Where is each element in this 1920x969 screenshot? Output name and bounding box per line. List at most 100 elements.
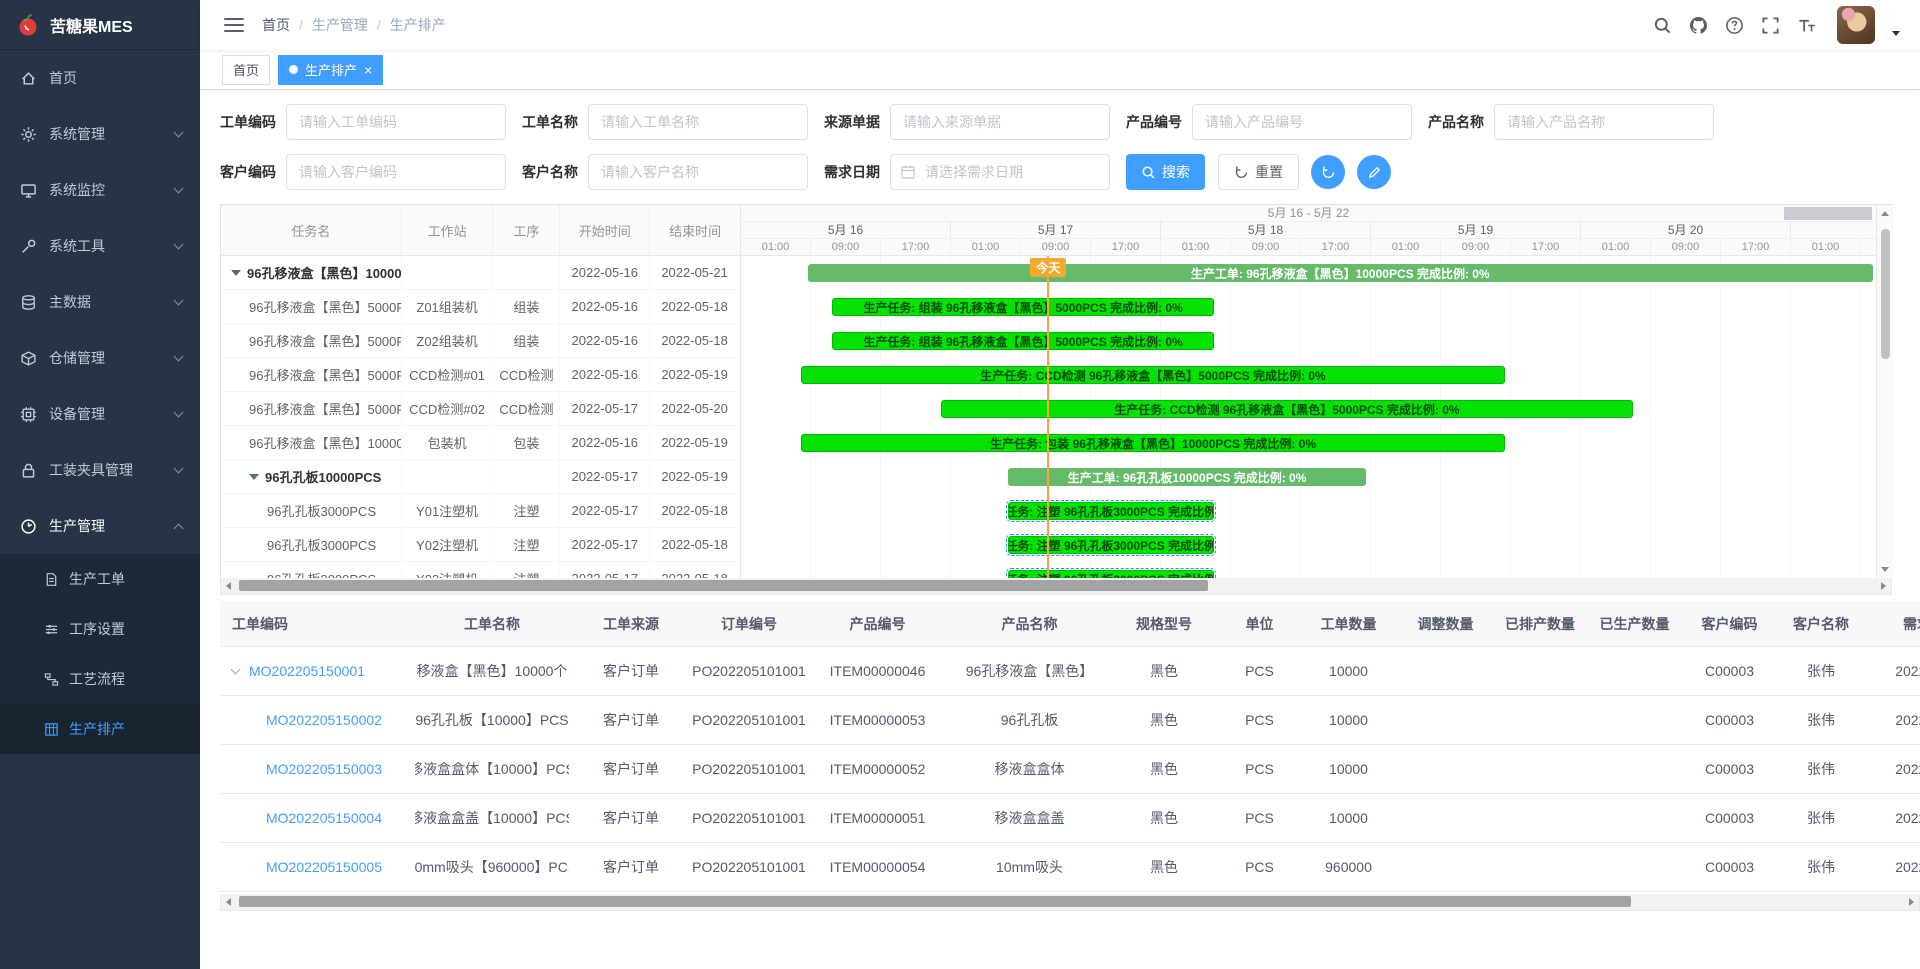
- sidebar-item-equipment-mgmt[interactable]: 设备管理: [0, 386, 200, 442]
- font-size-icon[interactable]: [1797, 16, 1816, 35]
- orders-cell-demand-date: 2022-05-20: [1866, 696, 1920, 744]
- triangle-down-icon[interactable]: [231, 270, 241, 276]
- work-order-code-input[interactable]: [286, 104, 506, 140]
- gantt-task-row[interactable]: 96孔移液盒【黑色】5000PCSCCD检测#01CCD检测2022-05-16…: [221, 358, 740, 392]
- order-bar[interactable]: 生产工单: 96孔移液盒【黑色】10000PCS 完成比例: 0%: [808, 264, 1873, 282]
- scroll-left-icon[interactable]: [226, 582, 231, 590]
- orders-row[interactable]: MO202205150004移液盒盒盖【10000】PCS客户订单PO20220…: [220, 794, 1920, 843]
- task-start-time: 2022-05-17: [560, 494, 650, 527]
- task-bar[interactable]: 生产任务: 注塑 96孔孔板3000PCS 完成比例: 0%: [1008, 502, 1215, 520]
- task-bar[interactable]: 生产任务: 组装 96孔移液盒【黑色】5000PCS 完成比例: 0%: [832, 332, 1214, 350]
- user-menu-caret-icon[interactable]: [1892, 31, 1900, 36]
- sidebar-item-system-mgmt[interactable]: 系统管理: [0, 106, 200, 162]
- sidebar-subitem-work-order[interactable]: 生产工单: [0, 554, 200, 604]
- order-code-link[interactable]: MO202205150001: [249, 663, 365, 679]
- orders-cell-customer-code: C00003: [1683, 843, 1776, 891]
- orders-cell-product-no: ITEM00000053: [805, 696, 950, 744]
- sidebar-item-fixture-mgmt[interactable]: 工装夹具管理: [0, 442, 200, 498]
- orders-row[interactable]: MO202205150001移液盒【黑色】10000个客户订单PO2022051…: [220, 647, 1920, 696]
- scroll-right-icon[interactable]: [1881, 582, 1886, 590]
- orders-row[interactable]: MO202205150003移液盒盒体【10000】PCS客户订单PO20220…: [220, 745, 1920, 794]
- order-code-link[interactable]: MO202205150004: [266, 810, 382, 826]
- task-bar[interactable]: 生产任务: CCD检测 96孔移液盒【黑色】5000PCS 完成比例: 0%: [941, 400, 1633, 418]
- gantt-task-row[interactable]: 96孔移液盒【黑色】10000PCS2022-05-162022-05-21: [221, 256, 740, 290]
- scroll-thumb[interactable]: [239, 580, 1208, 591]
- tab-scheduling[interactable]: 生产排产×: [278, 55, 383, 85]
- gantt-task-row[interactable]: 96孔移液盒【黑色】5000PCSCCD检测#02CCD检测2022-05-17…: [221, 392, 740, 426]
- gantt-vertical-scrollbar[interactable]: [1876, 205, 1893, 578]
- task-bar[interactable]: 生产任务: 组装 96孔移液盒【黑色】5000PCS 完成比例: 0%: [832, 298, 1214, 316]
- scroll-left-icon[interactable]: [226, 898, 231, 906]
- gantt-task-row[interactable]: 96孔移液盒【黑色】10000PCS包装机包装2022-05-162022-05…: [221, 426, 740, 460]
- reset-button[interactable]: 重置: [1218, 154, 1299, 190]
- gantt-horizontal-scrollbar[interactable]: [220, 578, 1892, 595]
- gantt-task-row[interactable]: 96孔孔板3000PCSY01注塑机注塑2022-05-172022-05-18: [221, 494, 740, 528]
- sidebar-item-master-data[interactable]: 主数据: [0, 274, 200, 330]
- github-icon[interactable]: [1689, 16, 1708, 35]
- customer-name-input[interactable]: [588, 154, 808, 190]
- sidebar-item-production-mgmt[interactable]: 生产管理: [0, 498, 200, 554]
- task-process: 包装: [494, 426, 561, 459]
- orders-horizontal-scrollbar[interactable]: [220, 894, 1920, 911]
- orders-row[interactable]: MO20220515000510mm吸头【960000】PCS客户订单PO202…: [220, 843, 1920, 892]
- sidebar-item-home[interactable]: 首页: [0, 50, 200, 106]
- sidebar-subitem-process-settings[interactable]: 工序设置: [0, 604, 200, 654]
- tab-home[interactable]: 首页: [222, 55, 270, 85]
- gantt-task-row[interactable]: 96孔孔板3000PCSY03注塑机注塑2022-05-172022-05-18: [221, 562, 740, 578]
- orders-cell-product-no: ITEM00000046: [805, 647, 950, 695]
- close-icon[interactable]: ×: [364, 63, 372, 77]
- user-avatar[interactable]: [1837, 6, 1875, 44]
- edit-circle-button[interactable]: [1357, 155, 1391, 189]
- orders-cell-spec: 黑色: [1109, 794, 1219, 842]
- gantt-task-row[interactable]: 96孔移液盒【黑色】5000PCSZ01组装机组装2022-05-162022-…: [221, 290, 740, 324]
- gantt-task-row[interactable]: 96孔孔板10000PCS2022-05-172022-05-19: [221, 460, 740, 494]
- source-doc-input[interactable]: [890, 104, 1110, 140]
- scroll-thumb[interactable]: [1881, 229, 1890, 359]
- device-icon: [20, 406, 37, 423]
- task-bar[interactable]: 生产任务: 注塑 96孔孔板3000PCS 完成比例: 0%: [1008, 536, 1215, 554]
- task-bar[interactable]: 生产任务: 注塑 96孔孔板3000PCS 完成比例: 0%: [1008, 570, 1215, 578]
- scroll-right-icon[interactable]: [1909, 898, 1914, 906]
- breadcrumb-home[interactable]: 首页: [262, 15, 290, 35]
- order-code-link[interactable]: MO202205150005: [266, 859, 382, 875]
- chevron-down-icon[interactable]: [231, 664, 241, 674]
- box-icon: [20, 350, 37, 367]
- sidebar-item-system-monitor[interactable]: 系统监控: [0, 162, 200, 218]
- customer-code-input[interactable]: [286, 154, 506, 190]
- sidebar-item-system-tools[interactable]: 系统工具: [0, 218, 200, 274]
- orders-row[interactable]: MO20220515000296孔孔板【10000】PCS客户订单PO20220…: [220, 696, 1920, 745]
- product-name-input[interactable]: [1494, 104, 1714, 140]
- sidebar-subitem-process-flow[interactable]: 工艺流程: [0, 654, 200, 704]
- gantt-range-scrollbar[interactable]: [1784, 207, 1872, 220]
- tools-icon: [20, 238, 37, 255]
- sidebar-subitem-scheduling[interactable]: 生产排产: [0, 704, 200, 754]
- bar-label: 生产任务: 组装 96孔移液盒【黑色】5000PCS 完成比例: 0%: [863, 333, 1182, 350]
- search-button[interactable]: 搜索: [1126, 154, 1205, 190]
- task-bar[interactable]: 生产任务: 包装 96孔移液盒【黑色】10000PCS 完成比例: 0%: [801, 434, 1505, 452]
- scroll-thumb[interactable]: [239, 896, 1631, 907]
- order-bar[interactable]: 生产工单: 96孔孔板10000PCS 完成比例: 0%: [1008, 468, 1367, 486]
- scroll-up-icon[interactable]: [1881, 211, 1889, 216]
- orders-cell-name: 96孔孔板【10000】PCS: [415, 696, 569, 744]
- gantt-task-row[interactable]: 96孔孔板3000PCSY02注塑机注塑2022-05-172022-05-18: [221, 528, 740, 562]
- search-icon[interactable]: [1653, 16, 1672, 35]
- gantt-task-row[interactable]: 96孔移液盒【黑色】5000PCSZ02组装机组装2022-05-162022-…: [221, 324, 740, 358]
- app-logo[interactable]: 苦糖果MES: [0, 0, 200, 50]
- task-station: Y02注塑机: [402, 528, 494, 561]
- order-code-link[interactable]: MO202205150002: [266, 712, 382, 728]
- breadcrumb-production[interactable]: 生产管理: [312, 15, 368, 35]
- task-bar[interactable]: 生产任务: CCD检测 96孔移液盒【黑色】5000PCS 完成比例: 0%: [801, 366, 1505, 384]
- order-code-link[interactable]: MO202205150003: [266, 761, 382, 777]
- refresh-circle-button[interactable]: [1311, 155, 1345, 189]
- scroll-down-icon[interactable]: [1881, 567, 1889, 572]
- product-no-input[interactable]: [1192, 104, 1412, 140]
- orders-cell-customer-name: 张伟: [1776, 745, 1866, 793]
- fullscreen-icon[interactable]: [1761, 16, 1780, 35]
- sidebar-item-warehouse-mgmt[interactable]: 仓储管理: [0, 330, 200, 386]
- demand-date-input[interactable]: [890, 154, 1110, 190]
- work-order-name-input[interactable]: [588, 104, 808, 140]
- hamburger-icon[interactable]: [224, 18, 244, 32]
- navbar-actions: [1653, 6, 1900, 44]
- triangle-down-icon[interactable]: [249, 474, 259, 480]
- help-icon[interactable]: [1725, 16, 1744, 35]
